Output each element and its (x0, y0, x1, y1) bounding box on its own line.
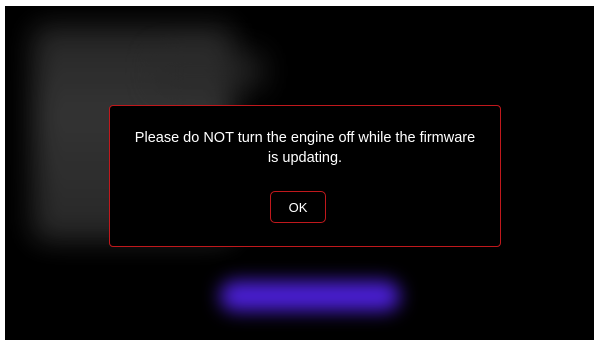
device-screen: Please do NOT turn the engine off while … (5, 6, 594, 340)
dialog-message: Please do NOT turn the engine off while … (134, 130, 476, 166)
ok-button[interactable]: OK (270, 191, 326, 223)
blurred-background-panel-secondary (155, 51, 265, 91)
blurred-background-button (220, 281, 400, 311)
firmware-warning-dialog: Please do NOT turn the engine off while … (109, 105, 501, 247)
